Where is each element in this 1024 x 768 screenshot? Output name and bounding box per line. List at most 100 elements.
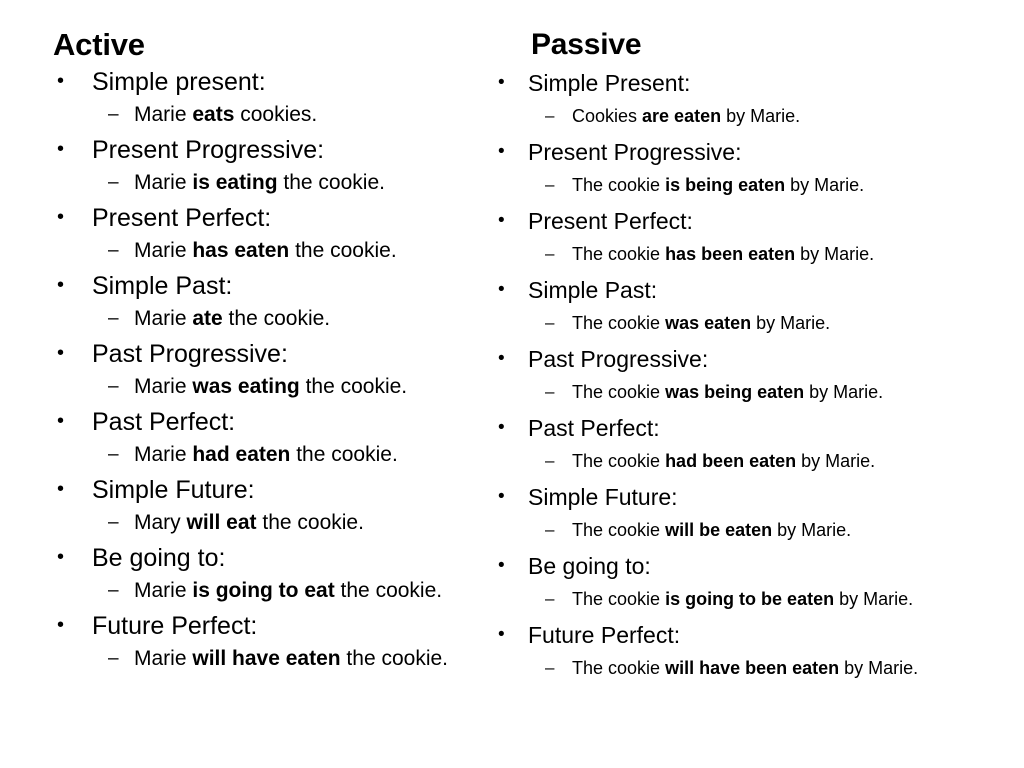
sentence-text: Marie: [134, 307, 193, 330]
sentence-text: Marie: [134, 103, 193, 126]
sentence-text: The cookie: [572, 382, 666, 402]
example-sentence: The cookie had been eaten by Marie.: [494, 448, 954, 474]
sentence-text: The cookie: [572, 244, 666, 264]
sentence-text: by Marie.: [839, 658, 919, 678]
sentence-text: by Marie.: [796, 451, 876, 471]
example-sentence-item: – The cookie was being eaten by Marie.: [494, 379, 964, 405]
tense-label: Present Perfect:: [92, 204, 272, 232]
sentence-text: by Marie.: [795, 244, 875, 264]
tense-bullet-item: • Future Perfect:: [494, 620, 964, 652]
dash-bullet-icon: –: [108, 580, 119, 601]
dash-bullet-icon: –: [545, 658, 555, 677]
column-heading-active: Active: [53, 27, 145, 62]
verb-phrase: was eating: [192, 375, 300, 398]
tense-label: Simple Present:: [528, 70, 691, 96]
tense-bullet-item: • Simple Present:: [494, 68, 964, 100]
column-active: Active • Simple present: – Marie eats cooki…: [53, 0, 473, 678]
example-sentence: The cookie was eaten by Marie.: [494, 310, 954, 336]
sentence-text: Marie: [134, 647, 193, 670]
example-sentence-item: – Marie is eating the cookie.: [53, 169, 473, 196]
verb-phrase: will have been eaten: [665, 658, 840, 678]
example-sentence-item: – The cookie was eaten by Marie.: [494, 310, 964, 336]
dash-bullet-icon: –: [108, 104, 119, 125]
tense-group: • Present Progressive: – The cookie is bein…: [494, 137, 964, 198]
bullet-dot-icon: •: [57, 342, 65, 364]
tense-bullet-item: • Present Progressive:: [494, 137, 964, 169]
bullet-dot-icon: •: [498, 141, 505, 162]
verb-phrase: is going to eat: [192, 579, 335, 602]
bullet-dot-icon: •: [57, 614, 65, 636]
tense-group: • Be going to: – The cookie is going to be …: [494, 551, 964, 612]
tense-group: • Simple Past: – Marie ate the cookie.: [53, 270, 473, 332]
sentence-text: by Marie.: [804, 382, 884, 402]
tense-label: Past Perfect:: [528, 415, 660, 441]
sentence-text: Marie: [134, 239, 193, 262]
tense-bullet-item: • Future Perfect:: [53, 610, 473, 643]
sentence-text: by Marie.: [772, 520, 852, 540]
sentence-text: by Marie.: [721, 106, 801, 126]
example-sentence-item: – Marie is going to eat the cookie.: [53, 577, 473, 604]
tense-group: • Present Progressive: – Marie is eating th…: [53, 134, 473, 196]
tense-label: Present Perfect:: [528, 208, 693, 234]
tense-group: • Future Perfect: – Marie will have eaten t…: [53, 610, 473, 672]
tense-group: • Past Progressive: – The cookie was being …: [494, 344, 964, 405]
tense-bullet-item: • Past Perfect:: [53, 406, 473, 439]
sentence-text: Marie: [134, 375, 193, 398]
sentence-text: The cookie: [572, 520, 666, 540]
tense-group: • Past Perfect: – The cookie had been eaten…: [494, 413, 964, 474]
tense-label: Be going to:: [92, 544, 226, 572]
example-sentence-item: – Marie eats cookies.: [53, 101, 473, 128]
tense-label: Simple Future:: [528, 484, 678, 510]
sentence-text: Cookies: [572, 106, 643, 126]
sentence-text: the cookie.: [290, 443, 398, 466]
example-sentence: Cookies are eaten by Marie.: [494, 103, 954, 129]
verb-phrase: was being eaten: [665, 382, 805, 402]
tense-label: Present Progressive:: [92, 136, 325, 164]
bullet-dot-icon: •: [57, 138, 65, 160]
tense-bullet-item: • Simple Past:: [53, 270, 473, 303]
tense-label: Future Perfect:: [528, 622, 681, 648]
dash-bullet-icon: –: [545, 520, 555, 539]
tense-bullet-item: • Past Progressive:: [494, 344, 964, 376]
dash-bullet-icon: –: [108, 648, 119, 669]
tense-group: • Past Perfect: – Marie had eaten the cooki…: [53, 406, 473, 468]
tense-bullet-item: • Past Progressive:: [53, 338, 473, 371]
tense-bullet-item: • Be going to:: [494, 551, 964, 583]
bullet-dot-icon: •: [57, 70, 65, 92]
example-sentence-item: – The cookie will be eaten by Marie.: [494, 517, 964, 543]
dash-bullet-icon: –: [545, 313, 555, 332]
dash-bullet-icon: –: [545, 244, 555, 263]
dash-bullet-icon: –: [108, 444, 119, 465]
example-sentence-item: – The cookie is being eaten by Marie.: [494, 172, 964, 198]
tense-bullet-item: • Be going to:: [53, 542, 473, 575]
tense-group: • Simple present: – Marie eats cookies.: [53, 66, 473, 128]
sentence-text: cookies.: [234, 103, 318, 126]
tense-bullet-item: • Simple Future:: [53, 474, 473, 507]
column-passive: Passive • Simple Present: – Cookies are eat…: [494, 0, 964, 689]
dash-bullet-icon: –: [545, 106, 555, 125]
sentence-text: The cookie: [572, 313, 666, 333]
tense-label: Past Progressive:: [528, 346, 709, 372]
sentence-text: The cookie: [572, 451, 666, 471]
sentence-text: the cookie.: [340, 647, 448, 670]
tense-bullet-item: • Present Perfect:: [53, 202, 473, 235]
verb-phrase: will eat: [186, 511, 257, 534]
example-sentence-item: – Marie ate the cookie.: [53, 305, 473, 332]
verb-phrase: ate: [192, 307, 223, 330]
bullet-dot-icon: •: [57, 206, 65, 228]
dash-bullet-icon: –: [108, 376, 119, 397]
tense-list-active: • Simple present: – Marie eats cookies. • Pre…: [53, 66, 473, 672]
sentence-text: The cookie: [572, 175, 666, 195]
sentence-text: the cookie.: [222, 307, 331, 330]
dash-bullet-icon: –: [108, 308, 119, 329]
tense-bullet-item: • Simple Past:: [494, 275, 964, 307]
dash-bullet-icon: –: [108, 512, 119, 533]
tense-label: Present Progressive:: [528, 139, 742, 165]
example-sentence: The cookie has been eaten by Marie.: [494, 241, 954, 267]
sentence-text: by Marie.: [834, 589, 914, 609]
bullet-dot-icon: •: [498, 486, 505, 507]
bullet-dot-icon: •: [498, 72, 505, 93]
tense-group: • Simple Present: – Cookies are eaten by Ma…: [494, 68, 964, 129]
tense-label: Past Perfect:: [92, 408, 236, 436]
verb-phrase: is eating: [192, 171, 278, 194]
